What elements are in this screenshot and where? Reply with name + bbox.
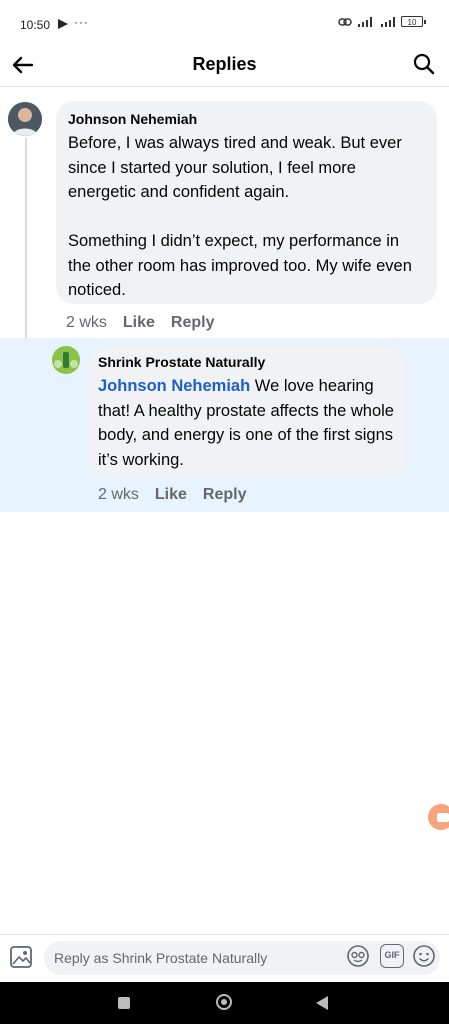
- link-icon: [338, 17, 352, 26]
- recents-button[interactable]: [118, 997, 130, 1009]
- telegram-icon: [58, 19, 68, 29]
- search-icon: [413, 53, 435, 75]
- reply-time[interactable]: 2 wks: [98, 486, 139, 504]
- reply-bubble[interactable]: Shrink Prostate Naturally Johnson Nehemi…: [88, 346, 406, 476]
- reply-input-placeholder: Reply as Shrink Prostate Naturally: [54, 950, 268, 966]
- comment-bubble[interactable]: Johnson Nehemiah Before, I was always ti…: [56, 101, 437, 304]
- page-avatar-icon: [52, 346, 80, 374]
- emoji-icon: [413, 945, 435, 967]
- system-nav-bar: [0, 982, 449, 1024]
- page-title: Replies: [192, 54, 257, 74]
- comment-time[interactable]: 2 wks: [66, 314, 107, 332]
- photo-icon: [10, 946, 32, 968]
- reply-reply-button[interactable]: Reply: [203, 486, 247, 504]
- reply-like-button[interactable]: Like: [155, 486, 187, 504]
- header-divider: [0, 86, 449, 87]
- search-button[interactable]: [411, 51, 437, 77]
- photo-button[interactable]: [8, 943, 36, 971]
- composer-divider: [0, 934, 449, 935]
- avatar-sticker-button[interactable]: [346, 944, 370, 968]
- status-indicators: 10: [338, 16, 426, 27]
- system-back-button[interactable]: [316, 996, 328, 1010]
- comment-text: Before, I was always tired and weak. But…: [68, 134, 412, 299]
- reply-actions: 2 wks Like Reply: [98, 486, 263, 504]
- thread-line: [25, 138, 27, 338]
- status-bar: 10:50 ··· 10: [0, 0, 449, 40]
- reply-author[interactable]: Shrink Prostate Naturally: [98, 354, 396, 370]
- gif-button[interactable]: GIF: [380, 944, 404, 968]
- mention-link[interactable]: Johnson Nehemiah: [98, 377, 250, 395]
- signal-4g-icon: [381, 16, 395, 27]
- emoji-button[interactable]: [412, 944, 436, 968]
- like-button[interactable]: Like: [123, 314, 155, 332]
- avatar[interactable]: [8, 102, 42, 136]
- signal-icon: [358, 16, 372, 27]
- comment-author[interactable]: Johnson Nehemiah: [68, 111, 425, 127]
- chat-head-icon[interactable]: [428, 804, 449, 830]
- status-more: ···: [74, 15, 89, 29]
- home-button[interactable]: [216, 994, 232, 1010]
- status-time: 10:50: [20, 18, 51, 32]
- battery-icon: 10: [401, 16, 426, 27]
- avatar-sticker-icon: [347, 945, 369, 967]
- header: Replies: [0, 42, 449, 88]
- user-avatar-icon: [8, 102, 42, 136]
- page-avatar[interactable]: [52, 346, 80, 374]
- reply-composer: Reply as Shrink Prostate Naturally GIF: [0, 936, 449, 982]
- reply-button[interactable]: Reply: [171, 314, 215, 332]
- reply-text: Johnson Nehemiah We love hearing that! A…: [98, 374, 396, 472]
- comment-actions: 2 wks Like Reply: [66, 314, 231, 332]
